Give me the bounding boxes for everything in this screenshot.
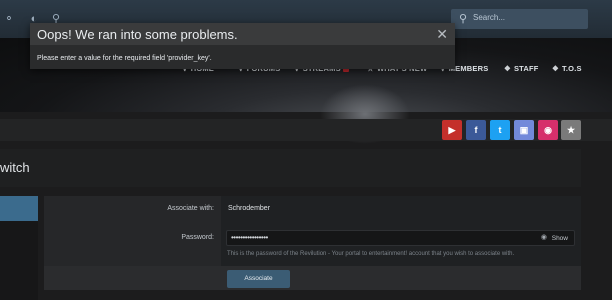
error-overlay: Oops! We ran into some problems. ✕ Pleas… [30,23,455,69]
eye-icon[interactable]: ◉ [541,233,547,241]
page-title: witch [0,160,30,175]
bell-icon[interactable]: ⚬ [2,12,16,26]
associate-with-label: Associate with: [167,205,214,212]
password-label: Password: [181,234,214,241]
nav-tos[interactable]: ❖ T.O.S [552,64,582,73]
twitter-icon[interactable]: t [490,120,510,140]
youtube-icon[interactable]: ▶ [442,120,462,140]
facebook-icon[interactable]: f [466,120,486,140]
search-placeholder: Search... [473,13,506,22]
error-title: Oops! We ran into some problems. [37,27,238,42]
search-input[interactable]: ⚲ Search... [451,9,588,29]
favorite-icon[interactable]: ★ [561,120,581,140]
show-password-toggle[interactable]: Show [552,235,568,242]
password-value: •••••••••••••••• [231,233,268,242]
discord-icon[interactable]: ▣ [514,120,534,140]
close-icon[interactable]: ✕ [436,26,448,43]
instagram-icon[interactable]: ◉ [538,120,558,140]
tag-icon: ❖ [552,64,559,73]
error-message: Please enter a value for the required fi… [37,55,212,62]
form-submit-row [44,266,581,290]
search-icon: ⚲ [459,13,468,25]
error-header: Oops! We ran into some problems. ✕ [30,23,455,45]
page-header [0,149,581,187]
password-hint: This is the password of the Revilution -… [227,251,515,257]
sidebar [0,221,38,300]
associate-with-value: Schrodember [228,205,271,212]
sidebar-active-item[interactable] [0,196,38,221]
tag-icon: ❖ [504,64,511,73]
nav-staff[interactable]: ❖ STAFF [504,64,539,73]
associate-button[interactable]: Associate [227,270,290,288]
password-field[interactable]: •••••••••••••••• ◉ Show [226,230,575,246]
